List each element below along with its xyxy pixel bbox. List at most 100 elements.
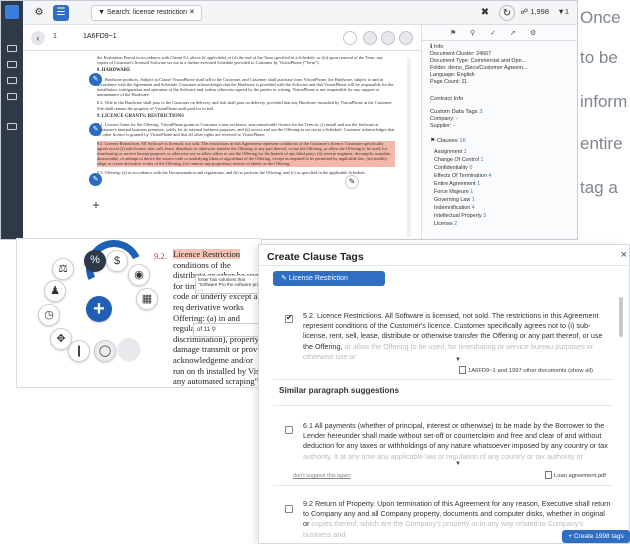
tag-pin-icon[interactable]: ✎ [89, 73, 102, 86]
clause-name: Indemnification [434, 205, 471, 211]
clause-list-item[interactable]: License 2 [422, 220, 577, 228]
caption-line: tag a [580, 178, 618, 197]
create-tags-button[interactable]: + Create 1998 tags [562, 530, 630, 543]
company-field[interactable]: Company: - [430, 116, 571, 123]
search-chip-label: Search: license restriction [106, 9, 188, 16]
percent-icon[interactable]: % [84, 250, 106, 272]
info-icon[interactable]: ❙ [68, 340, 90, 362]
document-scrollbar[interactable] [407, 57, 411, 237]
selected-paragraph: 5.2. Licence Restrictions. All Software … [303, 311, 613, 362]
scales-icon[interactable]: ⚖ [52, 258, 74, 280]
doc-paragraph-highlighted[interactable]: 9.2. Licence Restriction. All Software i… [97, 140, 395, 167]
suggestion-fade: authority. It at any time any applicable… [303, 451, 583, 461]
clause-list-item[interactable]: Entire Agreement 1 [422, 180, 577, 188]
nav-icon-1[interactable] [7, 45, 17, 52]
panel-tabs: ⚑ ⚲ ✓ ➚ ⚙ [422, 25, 577, 41]
tab-check-icon[interactable]: ✓ [490, 29, 496, 37]
selected-paragraph-fade: or allow the Offering to be used, for ti… [303, 341, 594, 361]
dollar-icon[interactable]: $ [106, 250, 128, 272]
clause-count: 1 [480, 157, 484, 163]
edit-pencil-icon[interactable]: ✎ [345, 175, 359, 189]
clause-name: Governing Law [434, 197, 471, 203]
clauses-title: Clauses [436, 138, 458, 144]
person-icon[interactable]: ♟ [44, 280, 66, 302]
info-title: ℹ Info [430, 44, 444, 50]
create-clause-tags-dialog: Create Clause Tags × ✎ License Restricti… [258, 244, 630, 544]
app-logo[interactable] [5, 5, 19, 19]
refresh-icon[interactable]: ↻ [499, 5, 515, 21]
calendar-icon[interactable]: ▦ [136, 288, 158, 310]
source-documents-text: 1A6FD9~1 and 1997 other documents (show … [468, 368, 593, 374]
expand-chevron-icon[interactable]: ▼ [455, 461, 461, 467]
filter-count[interactable]: ▼1 [557, 7, 569, 16]
source-documents-link[interactable]: 1A6FD9~1 and 1997 other documents (show … [459, 366, 593, 374]
app-window: ⚙ ☰ ▼ Search: license restriction ✕ ✖ ↻ … [0, 0, 578, 240]
clause-text[interactable]: Licence Restriction conditions of the di… [173, 249, 261, 387]
list-view-icon[interactable]: ☰ [53, 5, 69, 21]
caption-text: Once to be inform entire tag a [580, 0, 630, 200]
clause-list-item[interactable]: Change Of Control 1 [422, 156, 577, 164]
source-document-link[interactable]: Loan agreement.pdf [545, 471, 606, 479]
doc-heading: 9. LICENCE GRANTS; RESTRICTIONS [97, 113, 184, 119]
tab-tags-icon[interactable]: ⚑ [450, 29, 456, 37]
doc-paragraph: 8.1. Hardware products. Subject to Claus… [97, 76, 394, 98]
custom-tags-count: 3 [479, 109, 483, 115]
document-icon [545, 471, 552, 479]
suggestion-checkbox[interactable] [285, 505, 293, 513]
clause-count: 4 [488, 173, 492, 179]
clock-icon[interactable]: ◷ [38, 304, 60, 326]
close-circle-icon[interactable]: ✖ [477, 5, 493, 21]
section-divider [273, 379, 613, 380]
suggestion-fade: copies thereof, which are the Company's … [303, 519, 584, 539]
contract-info-section[interactable]: Contract Info [422, 93, 577, 106]
mini-preview: Enter has solutions that "Software Pro t… [195, 275, 261, 294]
section-divider [273, 485, 613, 486]
top-toolbar: ⚙ ☰ ▼ Search: license restriction ✕ ✖ ↻ … [23, 1, 577, 25]
zoom-in-icon[interactable] [381, 31, 395, 45]
tab-search-icon[interactable]: ⚲ [470, 29, 475, 37]
expand-chevron-icon[interactable]: ▼ [455, 357, 461, 363]
clause-count: 1 [463, 149, 467, 155]
clause-list-item[interactable]: Confidentiality 0 [422, 164, 577, 172]
settings-icon[interactable]: ⚙ [31, 5, 47, 21]
page-navigator[interactable]: of 11 ⚲ [193, 323, 261, 337]
add-tag-icon[interactable]: + [90, 199, 102, 211]
nav-icon-3[interactable] [7, 77, 17, 84]
clause-list-item[interactable]: Intellectual Property 3 [422, 212, 577, 220]
nav-icon-5[interactable] [7, 123, 17, 130]
tag-pin-icon[interactable]: ✎ [89, 173, 102, 186]
fit-page-icon[interactable] [399, 31, 413, 45]
clause-list-item[interactable]: Governing Law 1 [422, 196, 577, 204]
clause-list-item[interactable]: Indemnification 4 [422, 204, 577, 212]
clause-tag-pill[interactable]: ✎ License Restriction [273, 271, 385, 286]
ghost-tag-icon[interactable]: ◯ [94, 340, 116, 362]
tab-settings-icon[interactable]: ⚙ [530, 29, 536, 37]
clause-count: 1 [477, 181, 481, 187]
section-divider [273, 405, 613, 406]
view-toggle-icon[interactable] [343, 31, 357, 45]
page-number: 1 [53, 33, 57, 40]
clause-count: 1 [470, 189, 474, 195]
back-arrow-icon[interactable]: ‹ [31, 31, 45, 45]
selected-paragraph-checkbox[interactable] [285, 313, 293, 323]
dont-suggest-link[interactable]: don't suggest this again [293, 473, 351, 479]
tag-pin-icon[interactable]: ✎ [89, 123, 102, 136]
clause-count: 2 [454, 221, 458, 227]
zoom-out-icon[interactable] [363, 31, 377, 45]
globe-icon[interactable]: ◉ [128, 264, 150, 286]
clause-list-item[interactable]: Assignment 1 [422, 148, 577, 156]
nav-icon-2[interactable] [7, 61, 17, 68]
suggestion-text: 6.1 All payments (whether of principal, … [303, 421, 608, 451]
clause-list-item[interactable]: Force Majeure 1 [422, 188, 577, 196]
suggestion-checkbox[interactable] [285, 426, 293, 434]
clause-list-item[interactable]: Effects Of Termination 4 [422, 172, 577, 180]
tab-link-icon[interactable]: ➚ [510, 29, 516, 37]
search-filter-chip[interactable]: ▼ Search: license restriction ✕ [91, 5, 202, 21]
left-nav-rail [1, 1, 23, 239]
supplier-field[interactable]: Supplier: - [430, 123, 571, 130]
nav-icon-4[interactable] [7, 93, 17, 100]
add-tag-center-button[interactable]: + [86, 296, 112, 322]
dialog-scrollbar[interactable] [619, 297, 623, 337]
custom-tags-section: Custom Data Tags 3 Company: - Supplier: … [422, 106, 577, 133]
close-icon[interactable]: × [621, 249, 627, 261]
